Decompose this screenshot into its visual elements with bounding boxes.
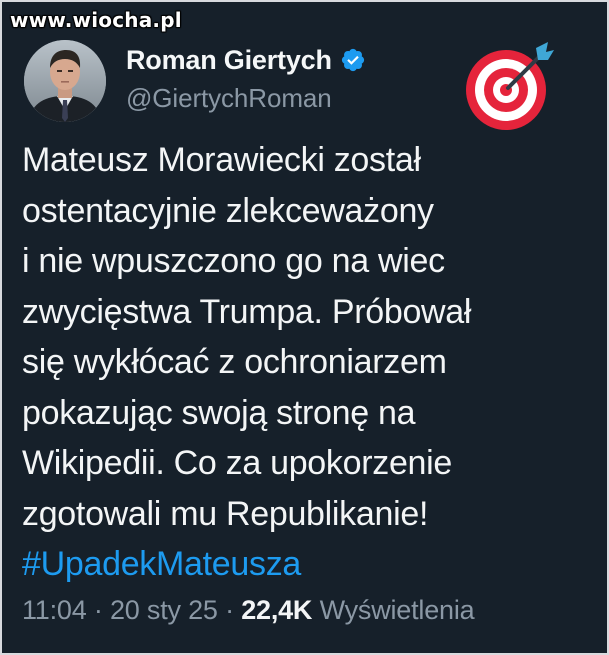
- meta-separator: ·: [225, 595, 234, 625]
- author-handle[interactable]: @GiertychRoman: [126, 83, 366, 114]
- avatar-photo: [24, 40, 106, 122]
- tweet-text: Mateusz Morawiecki został ostentacyjnie …: [22, 135, 592, 590]
- hashtag-link[interactable]: #UpadekMateusza: [22, 539, 592, 590]
- tweet-text-line: zwycięstwa Trumpa. Próbował: [22, 292, 472, 331]
- tweet-text-line: Wikipedii. Co za upokorzenie: [22, 444, 453, 482]
- views-count: 22,4K: [241, 595, 313, 625]
- tweet-text-line: ostentacyjnie zlekceważony: [22, 191, 434, 230]
- direct-hit-target-icon: [462, 38, 558, 134]
- author-display-name[interactable]: Roman Giertych: [126, 45, 332, 76]
- tweet-text-line: i nie wpuszczono go na wiec: [22, 242, 445, 280]
- watermark: www.wiocha.pl: [10, 8, 182, 32]
- author-header: Roman Giertych @GiertychRoman: [126, 43, 366, 114]
- meta-separator: ·: [93, 595, 103, 625]
- tweet-time[interactable]: 11:04: [22, 595, 87, 625]
- views-label: Wyświetlenia: [319, 595, 475, 625]
- tweet-text-line: Mateusz Morawiecki został: [22, 141, 421, 179]
- tweet-meta: 11:04 · 20 sty 25 · 22,4K Wyświetlenia: [22, 595, 475, 626]
- tweet-text-line: zgotowali mu Republikanie!: [22, 494, 429, 533]
- tweet-screenshot: www.wiocha.pl Roman Giertych @GiertychRo…: [0, 0, 609, 655]
- name-row: Roman Giertych: [126, 43, 366, 77]
- tweet-text-line: się wykłócać z ochroniarzem: [22, 343, 447, 381]
- avatar[interactable]: [24, 40, 106, 122]
- verified-badge-icon: [340, 47, 366, 73]
- tweet-date[interactable]: 20 sty 25: [110, 595, 218, 625]
- tweet-text-line: pokazując swoją stronę na: [22, 393, 416, 432]
